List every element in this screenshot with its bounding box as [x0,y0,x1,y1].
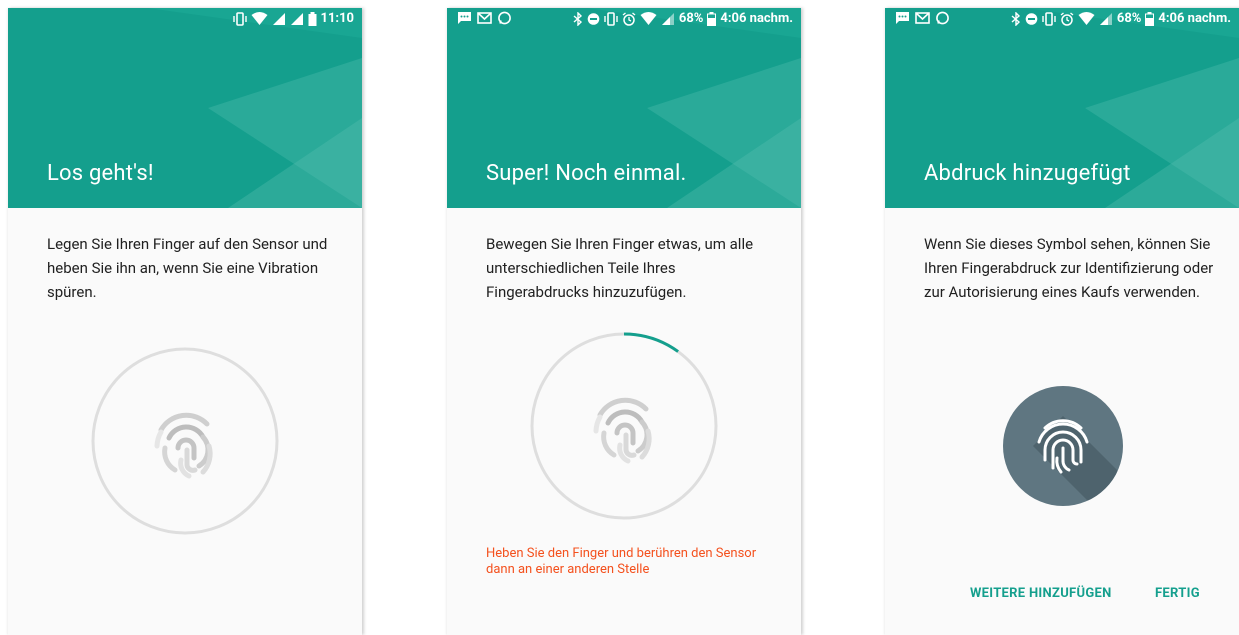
done-button[interactable]: FERTIG [1155,586,1200,601]
status-time: 11:10 [320,11,355,26]
dnd-icon [587,12,600,26]
fingerprint-icon [593,397,652,464]
fingerprint-sensor-ring [529,331,719,521]
page-title: Abdruck hinzugefügt [924,161,1131,186]
page-title: Los geht's! [47,161,154,186]
message-icon [457,11,472,25]
fingerprint-badge [1003,386,1123,506]
battery-icon [707,11,717,26]
dnd-icon [1025,12,1038,26]
gmail-icon [915,11,930,25]
alarm-icon [622,11,636,26]
wifi-icon [1078,11,1095,26]
alarm-icon [1060,11,1074,26]
header: 11:10 Los geht's! [8,8,362,208]
instruction-text: Legen Sie Ihren Finger auf den Sensor un… [47,235,328,301]
status-bar: 68% 4:06 nachm. [447,8,801,32]
status-time: 4:06 nachm. [720,11,793,26]
fingerprint-sensor-ring [90,346,280,536]
add-more-button[interactable]: WEITERE HINZUFÜGEN [970,586,1112,601]
battery-percent: 68% [678,11,704,26]
instruction-text: Bewegen Sie Ihren Finger etwas, um alle … [486,235,754,301]
bluetooth-icon [573,11,583,26]
bluetooth-icon [1011,11,1021,26]
vibrate-icon [1042,11,1056,26]
error-hint: Heben Sie den Finger und berühren den Se… [486,546,757,577]
whatsapp-icon [935,11,950,25]
battery-icon [1145,11,1155,26]
whatsapp-icon [497,11,512,25]
battery-percent: 68% [1116,11,1142,26]
header: 68% 4:06 nachm. Abdruck hinzugefügt [885,8,1239,208]
phone-screen-1: 11:10 Los geht's! Legen Sie Ihren Finger… [8,8,362,635]
status-time: 4:06 nachm. [1158,11,1231,26]
vibrate-icon [604,11,618,26]
status-bar: 68% 4:06 nachm. [885,8,1239,32]
vibrate-icon [232,11,247,26]
battery-icon [308,11,317,26]
signal-icon [272,12,286,26]
phone-screen-3: 68% 4:06 nachm. Abdruck hinzugefügt Wenn… [885,8,1239,635]
message-icon [895,11,910,25]
status-bar: 11:10 [8,8,362,32]
phone-screen-2: 68% 4:06 nachm. Super! Noch einmal. Bewe… [447,8,801,635]
fingerprint-icon [154,412,213,479]
gmail-icon [477,11,492,25]
instruction-text: Wenn Sie dieses Symbol sehen, können Sie… [924,235,1214,301]
header: 68% 4:06 nachm. Super! Noch einmal. [447,8,801,208]
signal-icon [290,12,304,26]
signal-icon [661,12,675,26]
wifi-icon [640,11,657,26]
signal-icon [1099,12,1113,26]
page-title: Super! Noch einmal. [486,161,687,186]
wifi-icon [251,11,268,26]
